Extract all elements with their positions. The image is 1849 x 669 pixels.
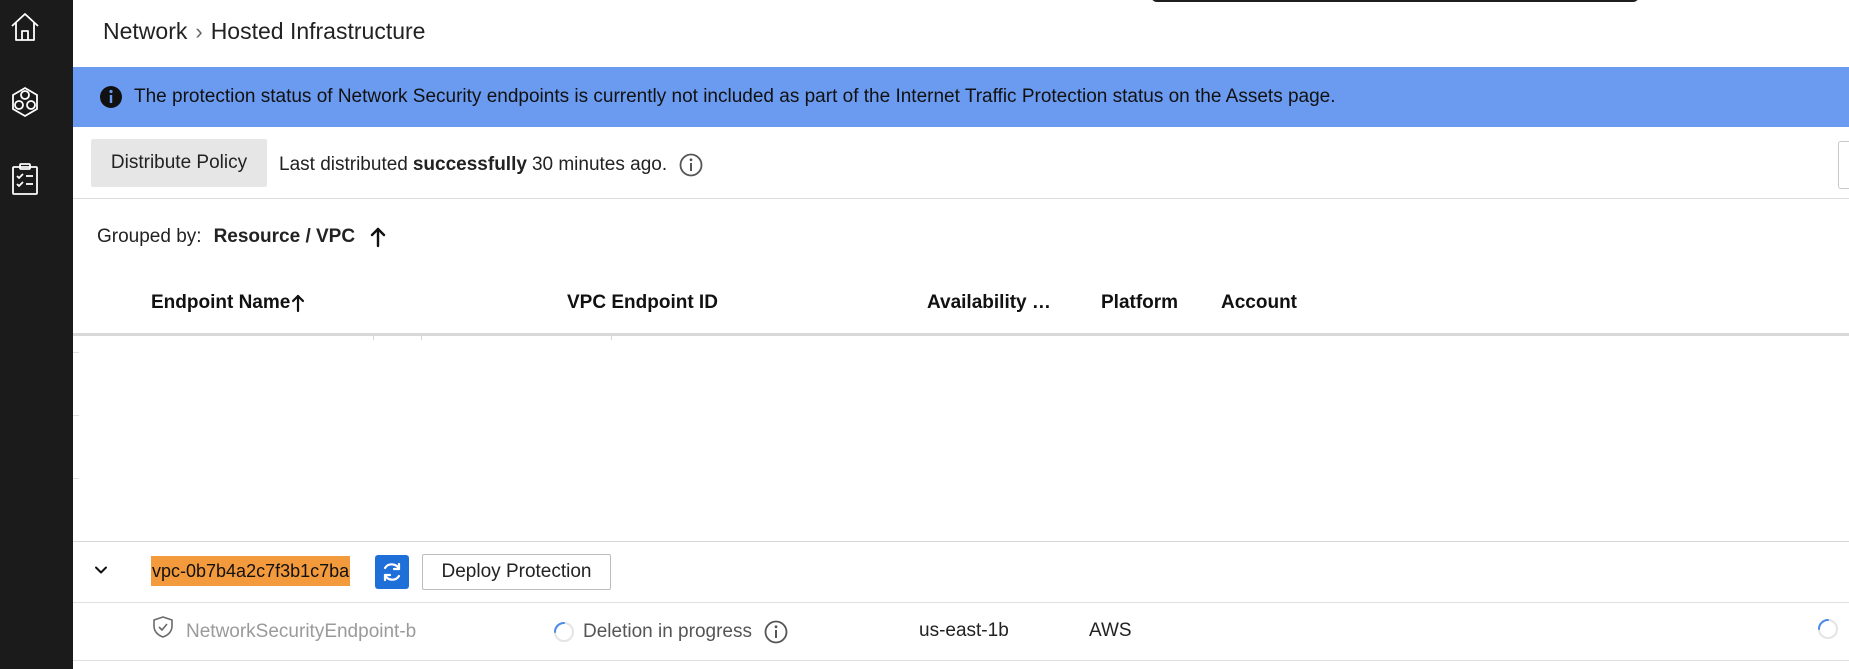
table-group-row: vpc-0b7b4a2c7f3b1c7ba Deploy Protection <box>73 541 1849 603</box>
table-row[interactable]: NetworkSecurityEndpoint-b Deletion in pr… <box>73 602 1849 661</box>
dropdown-popup <box>1151 0 1639 2</box>
chevron-down-icon[interactable] <box>93 562 109 578</box>
column-header-platform[interactable]: Platform <box>1101 292 1178 314</box>
status-prefix: Last distributed <box>279 154 408 175</box>
platform-value: AWS <box>1089 620 1132 641</box>
column-header-label: Endpoint Name <box>151 292 291 313</box>
refresh-icon[interactable] <box>375 555 409 589</box>
status-text: Deletion in progress <box>583 621 752 642</box>
loading-spinner-icon <box>553 621 575 643</box>
column-resize-handle[interactable] <box>373 336 374 340</box>
endpoint-name-link[interactable]: NetworkSecurityEndpoint-b <box>186 621 416 643</box>
arrow-up-icon[interactable] <box>369 226 387 248</box>
banner-text: The protection status of Network Securit… <box>134 86 1336 107</box>
grouping-value[interactable]: Resource / VPC <box>214 226 356 248</box>
status-result: successfully <box>412 154 527 175</box>
row-marker <box>73 352 79 353</box>
vpc-id-label: vpc-0b7b4a2c7f3b1c7ba <box>151 556 351 586</box>
breadcrumb-item-network[interactable]: Network <box>103 18 187 45</box>
info-circle-icon[interactable] <box>764 620 788 644</box>
distribute-policy-button[interactable]: Distribute Policy <box>91 139 267 187</box>
grouped-by-label: Grouped by: <box>97 226 202 247</box>
table-header-divider <box>73 333 1849 336</box>
deploy-protection-button[interactable]: Deploy Protection <box>422 554 611 590</box>
sidebar <box>0 0 73 669</box>
toolbar-edge-control[interactable] <box>1838 141 1849 189</box>
status-time: 30 minutes ago. <box>531 154 668 175</box>
row-marker <box>73 478 79 479</box>
toolbar: Distribute Policy Last distributed succe… <box>73 128 1849 199</box>
column-resize-handle[interactable] <box>611 336 612 340</box>
info-circle-icon[interactable] <box>679 153 703 177</box>
column-header-vpc-endpoint-id[interactable]: VPC Endpoint ID <box>567 292 718 314</box>
column-header-endpoint-name[interactable]: Endpoint Name <box>151 292 305 314</box>
breadcrumb-separator: › <box>195 18 203 44</box>
column-resize-handle[interactable] <box>421 336 422 340</box>
info-banner: The protection status of Network Securit… <box>73 67 1849 127</box>
sort-arrow-up-icon <box>291 293 305 313</box>
deletion-status: Deletion in progress <box>553 620 788 644</box>
home-icon[interactable] <box>0 2 50 52</box>
loading-spinner-icon <box>1817 618 1839 640</box>
info-icon <box>99 85 123 109</box>
grouping-control: Grouped by: Resource / VPC <box>97 226 387 248</box>
availability-zone: us-east-1b <box>919 620 1009 641</box>
checklist-icon[interactable] <box>0 154 50 204</box>
row-marker <box>73 415 79 416</box>
column-header-account[interactable]: Account <box>1221 292 1297 314</box>
breadcrumb: Network › Hosted Infrastructure <box>103 18 425 45</box>
column-header-availability[interactable]: Availability … <box>927 292 1051 314</box>
distribution-status: Last distributed successfully 30 minutes… <box>279 153 703 177</box>
shield-icon <box>151 615 175 639</box>
breadcrumb-item-current: Hosted Infrastructure <box>210 18 426 44</box>
main-content: Network › Hosted Infrastructure The prot… <box>73 0 1849 669</box>
network-hexagon-icon[interactable] <box>0 77 50 127</box>
